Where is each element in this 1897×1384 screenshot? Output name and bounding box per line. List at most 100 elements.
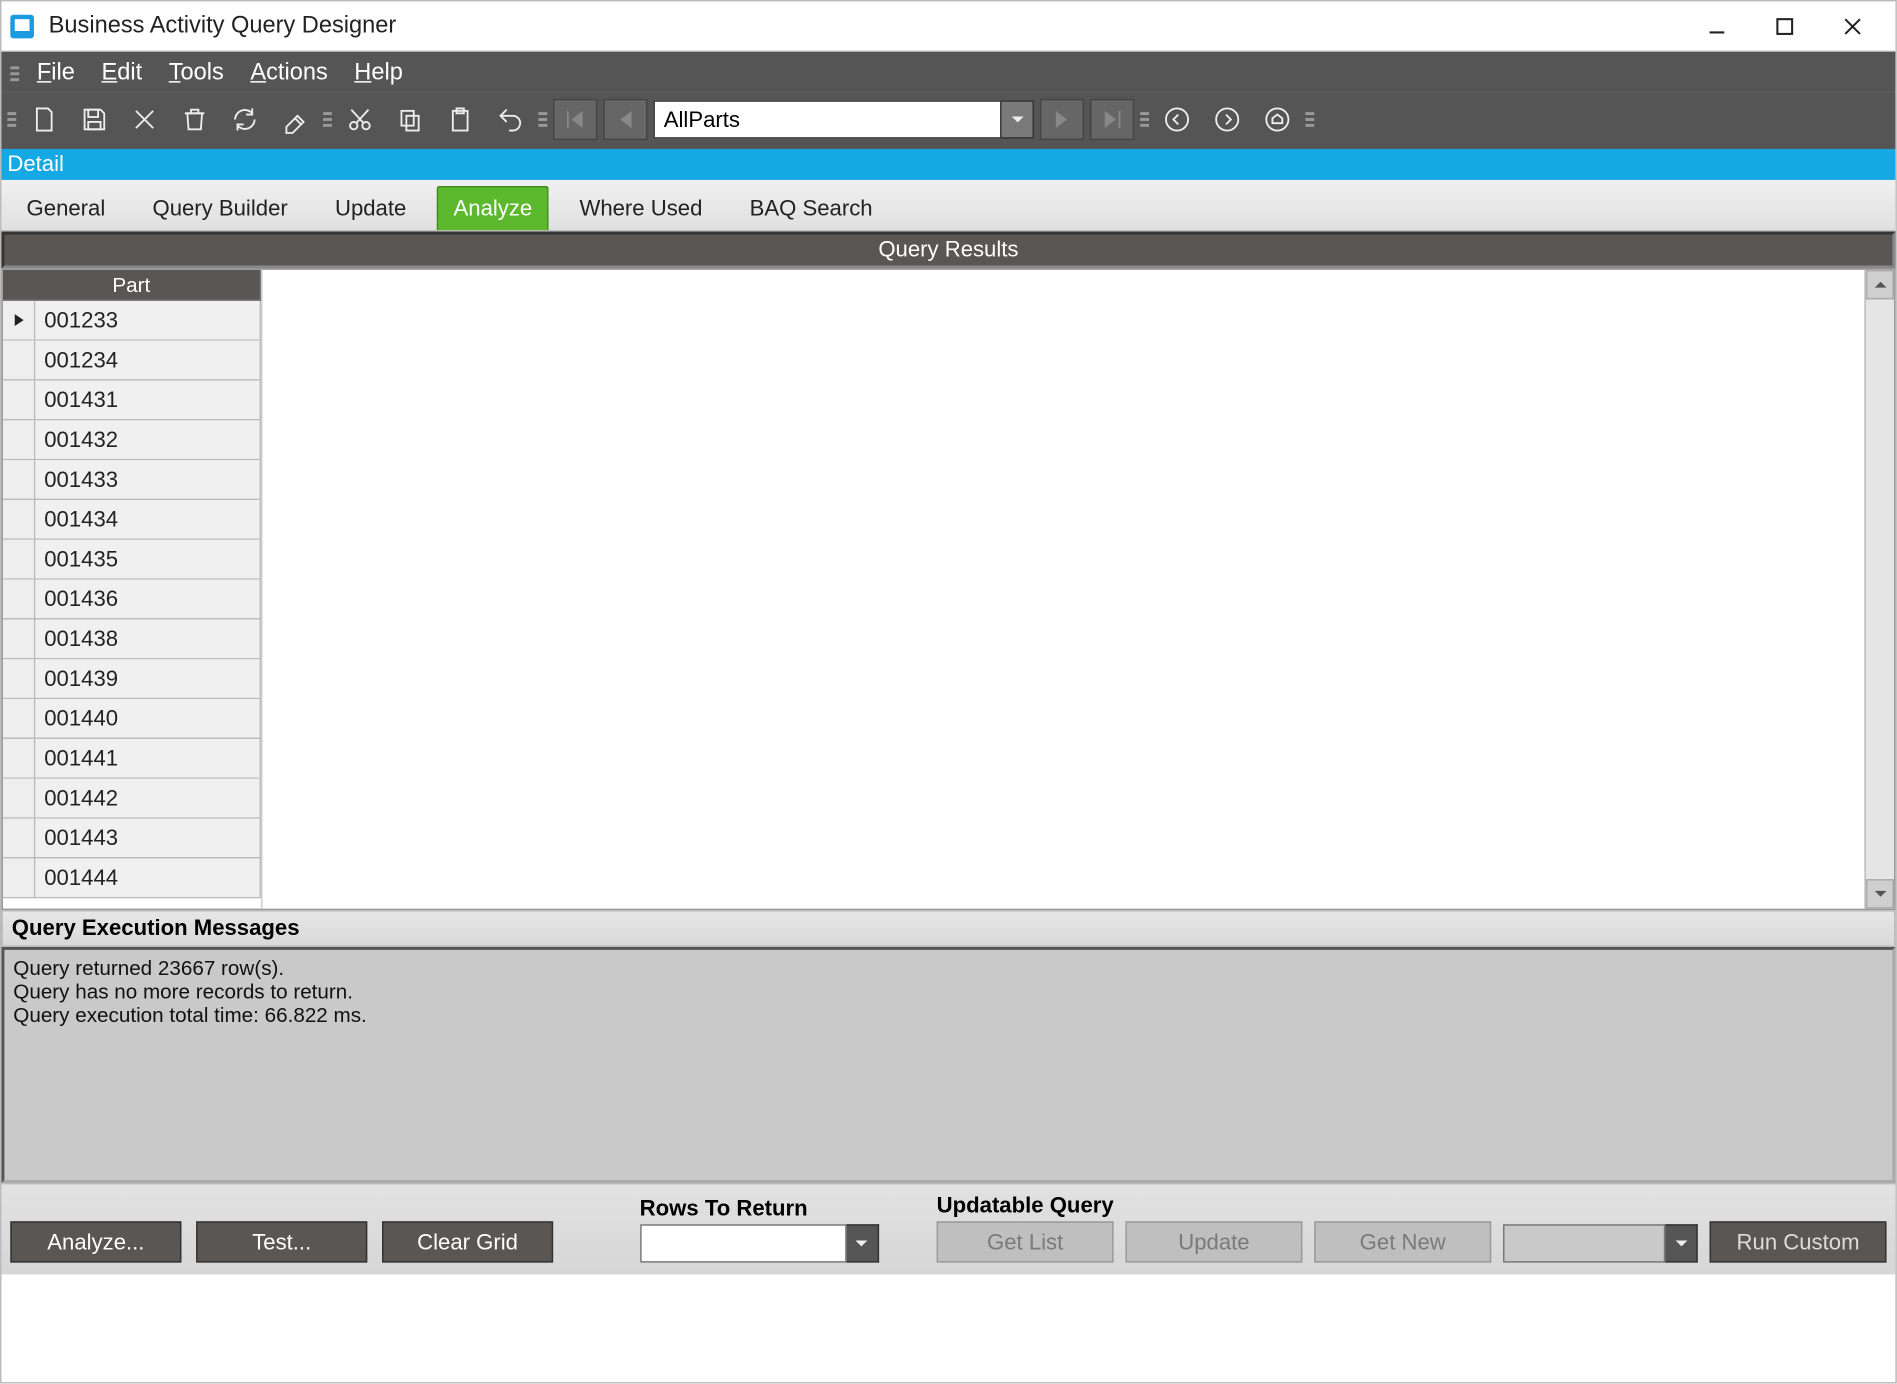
table-row[interactable]: 001443 bbox=[3, 819, 261, 859]
table-row[interactable]: 001434 bbox=[3, 500, 261, 540]
clear-icon[interactable] bbox=[273, 99, 317, 140]
table-row[interactable]: 001439 bbox=[3, 659, 261, 699]
rows-to-return-combo[interactable] bbox=[640, 1224, 879, 1262]
nav-last-icon[interactable] bbox=[1090, 99, 1134, 140]
table-row[interactable]: 001444 bbox=[3, 858, 261, 898]
bottom-bar: Analyze... Test... Clear Grid Rows To Re… bbox=[1, 1183, 1895, 1274]
cell-part[interactable]: 001441 bbox=[35, 739, 261, 777]
cut-icon[interactable] bbox=[338, 99, 382, 140]
nav-next-icon[interactable] bbox=[1040, 99, 1084, 140]
update-button[interactable]: Update bbox=[1125, 1221, 1302, 1262]
row-gutter bbox=[3, 819, 35, 857]
cell-part[interactable]: 001434 bbox=[35, 500, 261, 538]
menu-help[interactable]: Help bbox=[345, 58, 411, 90]
undo-icon[interactable] bbox=[488, 99, 532, 140]
row-gutter bbox=[3, 620, 35, 658]
copy-icon[interactable] bbox=[388, 99, 432, 140]
table-row[interactable]: 001432 bbox=[3, 420, 261, 460]
table-row[interactable]: 001233 bbox=[3, 301, 261, 341]
table-row[interactable]: 001438 bbox=[3, 620, 261, 660]
custom-combo-input[interactable] bbox=[1503, 1224, 1665, 1262]
rows-to-return-input[interactable] bbox=[640, 1224, 847, 1262]
cell-part[interactable]: 001444 bbox=[35, 858, 261, 896]
nav-back-icon[interactable] bbox=[1155, 99, 1199, 140]
grid-empty-area bbox=[261, 270, 1864, 909]
scroll-down-icon[interactable] bbox=[1866, 879, 1894, 909]
record-selector-dropdown[interactable] bbox=[1002, 100, 1034, 138]
test-button[interactable]: Test... bbox=[196, 1221, 367, 1262]
rows-to-return-label: Rows To Return bbox=[640, 1196, 879, 1221]
tab-analyze[interactable]: Analyze bbox=[437, 186, 548, 230]
delete-icon[interactable] bbox=[122, 99, 166, 140]
cell-part[interactable]: 001439 bbox=[35, 659, 261, 697]
minimize-button[interactable] bbox=[1683, 4, 1751, 48]
rows-to-return-dropdown[interactable] bbox=[846, 1224, 878, 1262]
clear-grid-button[interactable]: Clear Grid bbox=[382, 1221, 553, 1262]
menu-tools[interactable]: Tools bbox=[160, 58, 233, 90]
cell-part[interactable]: 001442 bbox=[35, 779, 261, 817]
table-row[interactable]: 001440 bbox=[3, 699, 261, 739]
close-button[interactable] bbox=[1819, 4, 1887, 48]
row-gutter bbox=[3, 699, 35, 737]
home-icon[interactable] bbox=[1255, 99, 1299, 140]
vertical-scrollbar[interactable] bbox=[1864, 270, 1894, 909]
results-grid: Part 00123300123400143100143200143300143… bbox=[1, 268, 1895, 910]
get-list-button[interactable]: Get List bbox=[937, 1221, 1114, 1262]
cell-part[interactable]: 001435 bbox=[35, 540, 261, 578]
tab-query-builder[interactable]: Query Builder bbox=[136, 186, 304, 230]
refresh-icon[interactable] bbox=[223, 99, 267, 140]
table-row[interactable]: 001433 bbox=[3, 460, 261, 500]
save-icon[interactable] bbox=[72, 99, 116, 140]
cell-part[interactable]: 001433 bbox=[35, 460, 261, 498]
row-gutter bbox=[3, 540, 35, 578]
scroll-up-icon[interactable] bbox=[1866, 270, 1894, 300]
maximize-button[interactable] bbox=[1751, 4, 1819, 48]
nav-forward-icon[interactable] bbox=[1205, 99, 1249, 140]
new-icon[interactable] bbox=[22, 99, 66, 140]
menu-edit[interactable]: Edit bbox=[93, 58, 151, 90]
tab-general[interactable]: General bbox=[10, 186, 121, 230]
paste-icon[interactable] bbox=[438, 99, 482, 140]
custom-combo[interactable] bbox=[1503, 1224, 1698, 1262]
menu-actions[interactable]: Actions bbox=[242, 58, 337, 90]
table-row[interactable]: 001436 bbox=[3, 580, 261, 620]
nav-prev-icon[interactable] bbox=[603, 99, 647, 140]
cell-part[interactable]: 001438 bbox=[35, 620, 261, 658]
record-selector[interactable] bbox=[653, 99, 1034, 140]
scroll-track[interactable] bbox=[1866, 299, 1894, 879]
table-row[interactable]: 001431 bbox=[3, 381, 261, 421]
row-gutter bbox=[3, 739, 35, 777]
cell-part[interactable]: 001233 bbox=[35, 301, 261, 339]
column-header-part[interactable]: Part bbox=[3, 270, 261, 301]
table-row[interactable]: 001435 bbox=[3, 540, 261, 580]
row-gutter bbox=[3, 500, 35, 538]
run-custom-button[interactable]: Run Custom bbox=[1710, 1221, 1887, 1262]
nav-first-icon[interactable] bbox=[553, 99, 597, 140]
table-row[interactable]: 001234 bbox=[3, 341, 261, 381]
cell-part[interactable]: 001431 bbox=[35, 381, 261, 419]
cell-part[interactable]: 001443 bbox=[35, 819, 261, 857]
cell-part[interactable]: 001432 bbox=[35, 420, 261, 458]
get-new-button[interactable]: Get New bbox=[1314, 1221, 1491, 1262]
cell-part[interactable]: 001234 bbox=[35, 341, 261, 379]
analyze-button[interactable]: Analyze... bbox=[10, 1221, 181, 1262]
record-selector-input[interactable] bbox=[653, 100, 1001, 138]
custom-combo-dropdown[interactable] bbox=[1665, 1224, 1697, 1262]
updatable-query-section: Updatable Query Get List Update Get New … bbox=[937, 1193, 1887, 1262]
tab-update[interactable]: Update bbox=[319, 186, 423, 230]
app-icon bbox=[10, 14, 34, 38]
cell-part[interactable]: 001436 bbox=[35, 580, 261, 618]
row-gutter bbox=[3, 580, 35, 618]
cell-part[interactable]: 001440 bbox=[35, 699, 261, 737]
toolbar-grip-4 bbox=[1140, 99, 1149, 140]
table-row[interactable]: 001442 bbox=[3, 779, 261, 819]
toolbar-grip-2 bbox=[323, 99, 332, 140]
row-gutter bbox=[3, 779, 35, 817]
trash-icon[interactable] bbox=[173, 99, 217, 140]
messages-body: Query returned 23667 row(s). Query has n… bbox=[1, 947, 1895, 1183]
row-gutter bbox=[3, 460, 35, 498]
tab-baq-search[interactable]: BAQ Search bbox=[733, 186, 888, 230]
menu-file[interactable]: File bbox=[28, 58, 84, 90]
table-row[interactable]: 001441 bbox=[3, 739, 261, 779]
tab-where-used[interactable]: Where Used bbox=[563, 186, 718, 230]
